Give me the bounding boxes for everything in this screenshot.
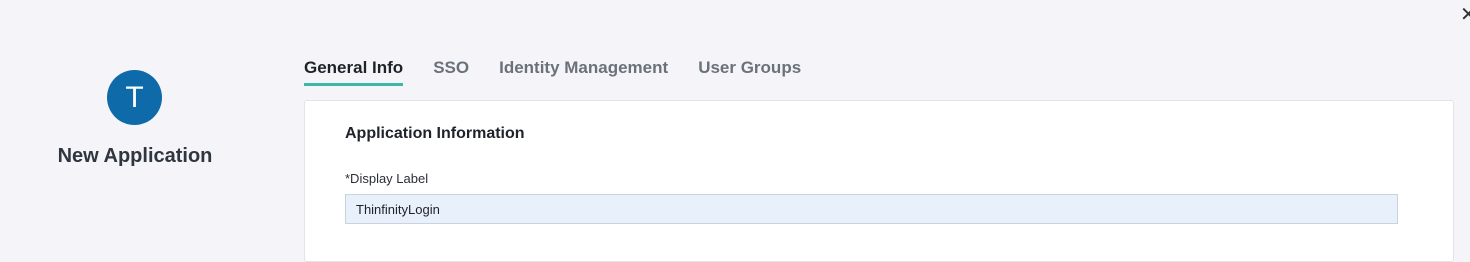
app-title: New Application	[57, 145, 213, 167]
tab-bar: General Info SSO Identity Management Use…	[304, 57, 831, 87]
tab-user-groups[interactable]: User Groups	[698, 57, 801, 83]
app-summary-panel: T New Application	[0, 0, 270, 247]
tab-general-info[interactable]: General Info	[304, 57, 404, 86]
close-icon[interactable]: ✕	[1460, 4, 1470, 24]
section-title: Application Information	[345, 125, 525, 142]
display-label-label: *Display Label	[345, 171, 429, 186]
display-label-input[interactable]	[345, 194, 1398, 224]
avatar: T	[107, 70, 162, 125]
tab-sso[interactable]: SSO	[433, 57, 469, 83]
tab-identity-management[interactable]: Identity Management	[499, 57, 668, 83]
application-information-card: Application Information *Display Label	[304, 100, 1454, 262]
